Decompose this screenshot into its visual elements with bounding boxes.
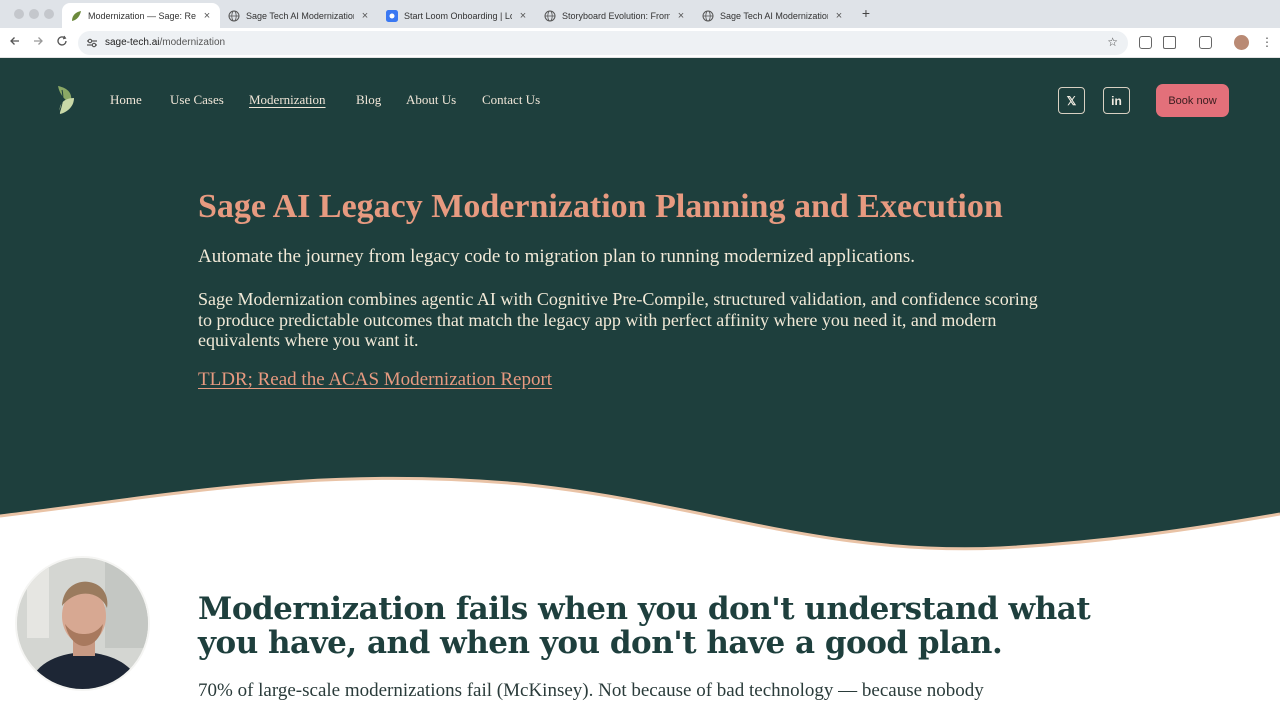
- browser-tab-3[interactable]: Start Loom Onboarding | Loo ×: [378, 3, 536, 28]
- address-bar[interactable]: sage-tech.ai/modernization ☆: [78, 31, 1128, 55]
- loom-icon: [386, 9, 398, 22]
- window-close-control[interactable]: [14, 9, 24, 19]
- browser-tab-strip: Modernization — Sage: Revea × Sage Tech …: [0, 0, 1280, 28]
- window-zoom-control[interactable]: [44, 9, 54, 19]
- extension-icon[interactable]: [1139, 36, 1152, 49]
- browser-toolbar: sage-tech.ai/modernization ☆ ⋮: [0, 28, 1280, 58]
- tab-title: Sage Tech AI Modernization A: [246, 10, 354, 21]
- book-now-button[interactable]: Book now: [1156, 84, 1229, 117]
- reload-icon[interactable]: [55, 35, 69, 49]
- tab-title: Modernization — Sage: Revea: [88, 10, 196, 21]
- x-twitter-icon[interactable]: 𝕏: [1058, 87, 1085, 114]
- linkedin-icon[interactable]: in: [1103, 87, 1130, 114]
- new-tab-button[interactable]: +: [859, 6, 873, 20]
- globe-icon: [544, 10, 556, 22]
- nav-about-us[interactable]: About Us: [406, 92, 456, 108]
- globe-icon: [228, 10, 240, 22]
- forward-arrow-icon[interactable]: [31, 35, 45, 49]
- hero-lead: Automate the journey from legacy code to…: [198, 246, 916, 267]
- tab-close-icon[interactable]: ×: [360, 10, 370, 22]
- nav-blog[interactable]: Blog: [356, 92, 381, 108]
- hero-title: Sage AI Legacy Modernization Planning an…: [198, 188, 1003, 225]
- url-path: /modernization: [159, 37, 226, 48]
- browser-tab-2[interactable]: Sage Tech AI Modernization A ×: [220, 3, 378, 28]
- browser-tab-1[interactable]: Modernization — Sage: Revea ×: [62, 3, 220, 28]
- browser-tab-4[interactable]: Storyboard Evolution: From W ×: [536, 3, 694, 28]
- report-link[interactable]: TLDR; Read the ACAS Modernization Report: [198, 369, 552, 391]
- profile-avatar[interactable]: [1234, 35, 1249, 50]
- tab-title: Sage Tech AI Modernization A: [720, 10, 828, 21]
- tab-title: Start Loom Onboarding | Loo: [404, 10, 512, 21]
- back-arrow-icon[interactable]: [8, 35, 22, 49]
- puzzle-extensions-icon[interactable]: [1163, 36, 1176, 49]
- sage-leaf-icon: [70, 10, 82, 22]
- tab-title: Storyboard Evolution: From W: [562, 10, 670, 21]
- tab-close-icon[interactable]: ×: [518, 10, 528, 22]
- hero-description: Sage Modernization combines agentic AI w…: [198, 289, 1038, 350]
- section-wave-divider: [0, 476, 1280, 560]
- presenter-webcam: [15, 556, 150, 691]
- nav-contact-us[interactable]: Contact Us: [482, 92, 540, 108]
- section-heading: Modernization fails when you don't under…: [198, 591, 1091, 661]
- tab-close-icon[interactable]: ×: [202, 10, 212, 22]
- sage-logo-icon[interactable]: [54, 84, 78, 116]
- browser-menu-icon[interactable]: ⋮: [1261, 34, 1273, 50]
- url-text: sage-tech.ai/modernization: [105, 37, 225, 48]
- section-text: 70% of large-scale modernizations fail (…: [198, 680, 984, 701]
- nav-modernization[interactable]: Modernization: [249, 92, 326, 108]
- browser-tab-5[interactable]: Sage Tech AI Modernization A ×: [694, 3, 852, 28]
- globe-icon: [702, 10, 714, 22]
- bookmark-star-icon[interactable]: ☆: [1107, 35, 1118, 49]
- reading-mode-icon[interactable]: [1199, 36, 1212, 49]
- nav-use-cases[interactable]: Use Cases: [170, 92, 224, 108]
- tab-close-icon[interactable]: ×: [676, 10, 686, 22]
- site-settings-icon[interactable]: [86, 36, 98, 48]
- tab-close-icon[interactable]: ×: [834, 10, 844, 22]
- nav-home[interactable]: Home: [110, 92, 142, 108]
- window-minimize-control[interactable]: [29, 9, 39, 19]
- url-host: sage-tech.ai: [105, 37, 160, 48]
